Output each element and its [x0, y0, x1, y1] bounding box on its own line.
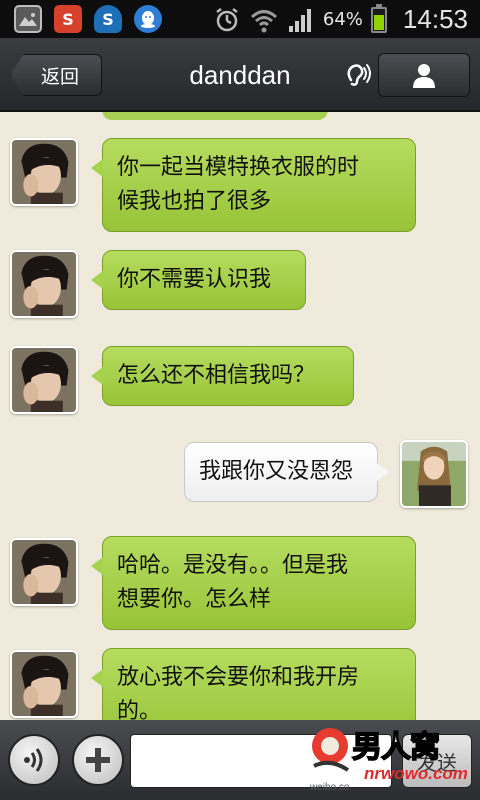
message-text: 你一起当模特换衣服的时: [117, 155, 360, 180]
my-avatar[interactable]: [400, 440, 468, 508]
battery-percent: 64%: [322, 9, 363, 30]
person-icon: [413, 64, 435, 88]
contact-profile-button[interactable]: [378, 53, 470, 97]
incoming-message[interactable]: 放心我不会要你和我开房 的。: [91, 648, 416, 720]
battery-icon: [370, 3, 387, 33]
incoming-message[interactable]: 怎么还不相信我吗？: [91, 346, 354, 406]
message-text: 哈哈。是没有。。但是我: [117, 553, 349, 578]
message-text: 想要你。怎么样: [117, 587, 272, 612]
status-time: 14:53: [402, 4, 468, 34]
weibo-icon: S: [54, 5, 82, 33]
sound-wave-icon: [24, 748, 43, 772]
incoming-message[interactable]: 你一起当模特换衣服的时 候我也拍了很多: [91, 138, 416, 232]
alarm-icon: [216, 7, 238, 31]
message-text: 的。: [117, 699, 162, 720]
notification-icons: S S: [14, 5, 162, 33]
previous-message-bubble: [102, 112, 328, 120]
message-list[interactable]: 你一起当模特换衣服的时 候我也拍了很多 你不需要认识我 怎么还不相信我吗？ 我跟…: [0, 112, 480, 720]
contact-avatar[interactable]: [10, 346, 78, 414]
attach-button[interactable]: [72, 734, 124, 786]
chat-title: danddan: [189, 60, 291, 90]
plus-icon: [86, 748, 110, 772]
message-text: 候我也拍了很多: [117, 189, 272, 214]
battery-level: [373, 15, 384, 30]
contact-avatar[interactable]: [10, 138, 78, 206]
incoming-message[interactable]: 哈哈。是没有。。但是我 想要你。怎么样: [91, 536, 416, 630]
message-text: 放心我不会要你和我开房: [117, 665, 360, 690]
contact-avatar[interactable]: [10, 250, 78, 318]
wifi-icon: [250, 9, 277, 32]
outgoing-message[interactable]: 我跟你又没恩怨: [184, 442, 389, 502]
send-button[interactable]: 发送: [402, 734, 472, 788]
signal-icon: [288, 8, 311, 32]
chat-header: 返回 danddan: [0, 38, 480, 112]
back-button[interactable]: 返回: [10, 54, 102, 96]
compose-bar: 发送: [0, 720, 480, 800]
earpiece-mode-icon[interactable]: [342, 60, 372, 90]
system-status: 64% 14:53: [213, 3, 468, 35]
message-input[interactable]: [130, 734, 392, 788]
sync-icon: S: [94, 5, 122, 33]
status-bar: S S 64% 14:53: [0, 0, 480, 38]
contact-avatar[interactable]: [10, 538, 78, 606]
message-text: 怎么还不相信我吗？: [117, 363, 316, 388]
send-label: 发送: [417, 750, 457, 775]
gallery-icon: [14, 5, 42, 33]
contact-avatar[interactable]: [10, 650, 78, 718]
voice-input-button[interactable]: [8, 734, 60, 786]
message-text: 你不需要认识我: [117, 267, 272, 292]
qq-icon: [134, 5, 162, 33]
message-text: 我跟你又没恩怨: [199, 459, 354, 484]
incoming-message[interactable]: 你不需要认识我: [91, 250, 306, 310]
